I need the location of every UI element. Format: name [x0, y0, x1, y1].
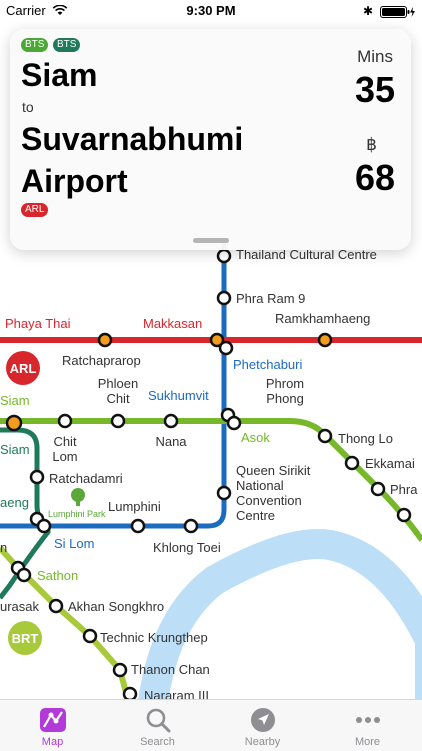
tab-label: Nearby — [244, 736, 281, 748]
station-marker — [110, 413, 126, 429]
origin-station: Siam — [21, 57, 98, 93]
station-label[interactable]: Nana — [155, 434, 187, 449]
station-marker — [226, 415, 242, 431]
tab-label: Map — [41, 736, 64, 748]
station-label[interactable]: Ramkhamhaeng — [275, 311, 370, 326]
station-marker — [97, 332, 113, 348]
station-label[interactable]: Asok — [241, 430, 270, 445]
station-label[interactable]: Phaya Thai — [5, 316, 71, 331]
station-label[interactable]: Siam — [0, 393, 30, 408]
to-label: to — [22, 99, 34, 115]
more-dots-icon — [356, 717, 380, 723]
station-label[interactable]: Phra Ram 9 — [236, 291, 305, 306]
location-arrow-icon — [251, 708, 275, 732]
tab-map[interactable]: Map — [0, 700, 105, 751]
station-label[interactable]: Lumphini Park — [48, 509, 106, 519]
status-bar: Carrier 9:30 PM ✱ — [0, 0, 422, 22]
station-marker — [216, 485, 232, 501]
tab-bar: Map Search Nearby More — [0, 699, 422, 751]
station-marker — [36, 518, 52, 534]
station-marker — [130, 518, 146, 534]
station-label[interactable]: Phrom Phong — [266, 376, 304, 406]
map-icon — [40, 708, 66, 732]
station-label[interactable]: Thanon Chan — [131, 662, 210, 677]
station-marker — [344, 455, 360, 471]
station-marker — [396, 507, 412, 523]
station-label[interactable]: Khlong Toei — [153, 540, 221, 555]
station-marker — [16, 567, 32, 583]
station-labels[interactable]: Thailand Cultural CentrePhra Ram 9Phaya … — [0, 247, 418, 703]
duration-value: 35 — [354, 69, 395, 110]
station-label[interactable]: aeng — [0, 495, 29, 510]
station-label[interactable]: Lumphini — [108, 499, 161, 514]
tab-label: More — [354, 736, 381, 748]
station-marker — [48, 598, 64, 614]
destination-line-badge: ARL — [21, 203, 49, 217]
station-marker — [216, 248, 232, 264]
station-label[interactable]: Chit Lom — [52, 434, 77, 464]
station-marker — [82, 628, 98, 644]
station-label[interactable]: Phra — [390, 482, 418, 497]
station-marker — [317, 332, 333, 348]
tab-nearby[interactable]: Nearby — [210, 700, 315, 751]
origin-line-badge: BTS — [53, 38, 81, 52]
station-marker — [317, 428, 333, 444]
station-label[interactable]: urasak — [0, 599, 40, 614]
currency-symbol: ฿ — [366, 135, 377, 154]
clock: 9:30 PM — [186, 3, 236, 18]
station-label[interactable]: Phetchaburi — [233, 357, 302, 372]
station-label[interactable]: Technic Krungthep — [100, 630, 208, 645]
station-marker — [29, 469, 45, 485]
station-marker — [370, 481, 386, 497]
destination-station: Suvarnabhumi Airport — [21, 121, 244, 199]
brt-line-badge-label: BRT — [12, 631, 39, 646]
arl-line-badge-label: ARL — [10, 361, 37, 376]
tab-search[interactable]: Search — [105, 700, 210, 751]
fare-value: 68 — [354, 157, 395, 198]
battery-icon — [380, 6, 415, 18]
station-label[interactable]: Ekkamai — [365, 456, 415, 471]
station-label[interactable]: Queen Sirikit National Convention Centre — [236, 463, 311, 523]
park-tree-icon — [71, 488, 85, 506]
station-label[interactable]: Si Lom — [54, 536, 94, 551]
origin-line-badge: BTS — [21, 38, 49, 52]
station-marker — [218, 340, 234, 356]
station-marker — [5, 414, 23, 432]
station-label[interactable]: Ratchadamri — [49, 471, 123, 486]
route-summary-card[interactable]: BTS BTS Siam to Suvarnabhumi Airport ARL… — [10, 29, 411, 250]
station-label[interactable]: Phloen Chit — [98, 376, 138, 406]
bluetooth-icon: ✱ — [363, 4, 374, 18]
station-label[interactable]: Akhan Songkhro — [68, 599, 164, 614]
drag-handle[interactable] — [193, 238, 229, 243]
station-label[interactable]: Sukhumvit — [148, 388, 209, 403]
tab-label: Search — [140, 736, 175, 748]
station-label[interactable]: Siam — [0, 442, 30, 457]
duration-label: Mins — [357, 47, 393, 66]
station-marker — [57, 413, 73, 429]
tab-more[interactable]: More — [315, 700, 420, 751]
station-label[interactable]: Ratchaprarop — [62, 353, 141, 368]
station-label[interactable]: Sathon — [37, 568, 78, 583]
search-icon — [146, 708, 171, 733]
station-marker — [112, 662, 128, 678]
station-marker — [163, 413, 179, 429]
station-marker — [216, 290, 232, 306]
station-marker — [183, 518, 199, 534]
station-label[interactable]: Makkasan — [143, 316, 202, 331]
station-label[interactable]: n — [0, 540, 7, 555]
station-label[interactable]: Thong Lo — [338, 431, 393, 446]
